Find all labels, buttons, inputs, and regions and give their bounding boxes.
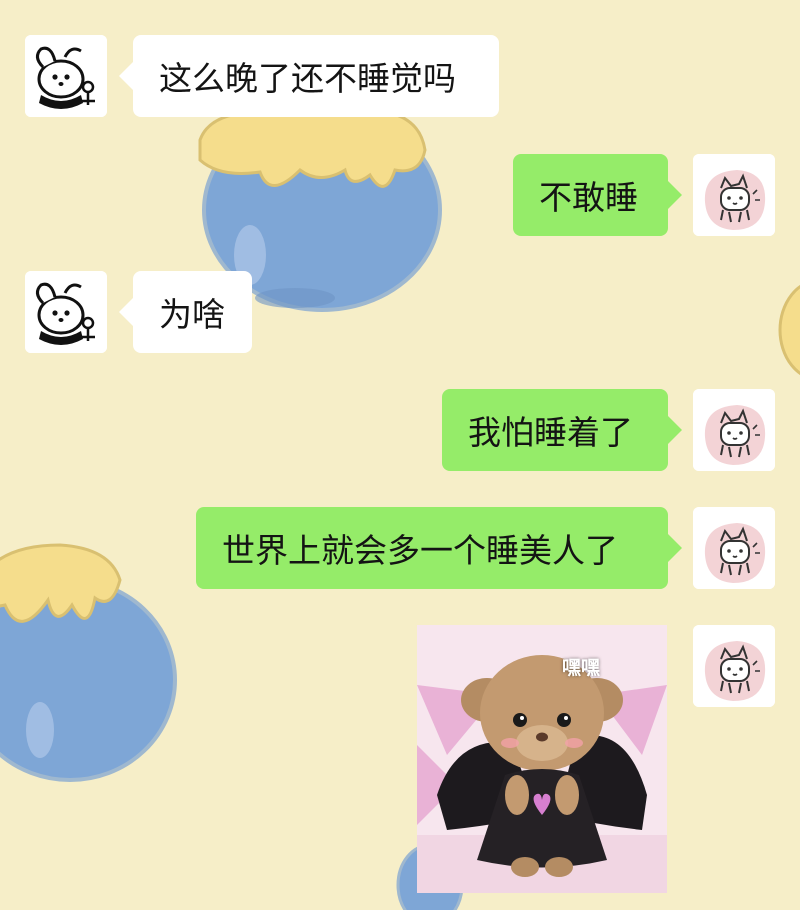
message-bubble-received[interactable]: 这么晚了还不睡觉吗	[119, 35, 499, 117]
message-bubble-received[interactable]: 为啥	[119, 271, 252, 353]
message-text: 不敢睡	[539, 178, 638, 217]
sticker-message[interactable]: 嘿嘿	[417, 625, 667, 893]
message-text: 为啥	[159, 295, 225, 334]
message-bubble-sent[interactable]: 不敢睡	[513, 154, 682, 236]
message-text: 我怕睡着了	[468, 413, 633, 452]
honey-pot-right-edge-icon	[778, 284, 800, 376]
cat-doodle-avatar-icon	[693, 625, 775, 707]
self-avatar[interactable]	[693, 625, 775, 707]
message-bubble-sent[interactable]: 我怕睡着了	[442, 389, 682, 471]
chat-wallpaper	[0, 108, 800, 910]
self-avatar[interactable]	[693, 507, 775, 589]
message-bubble-sent[interactable]: 世界上就会多一个睡美人了	[196, 507, 682, 589]
self-avatar[interactable]	[693, 154, 775, 236]
plush-puppy-sticker-image	[417, 625, 667, 893]
contact-avatar[interactable]	[25, 35, 107, 117]
cat-doodle-avatar-icon	[693, 154, 775, 236]
cat-doodle-avatar-icon	[693, 389, 775, 471]
message-text: 这么晚了还不睡觉吗	[159, 59, 456, 98]
self-avatar[interactable]	[693, 389, 775, 471]
dog-doodle-avatar-icon	[25, 271, 107, 353]
cat-doodle-avatar-icon	[693, 507, 775, 589]
honey-pot-left-icon	[0, 543, 177, 782]
contact-avatar[interactable]	[25, 271, 107, 353]
message-text: 世界上就会多一个睡美人了	[222, 531, 618, 570]
dog-doodle-avatar-icon	[25, 35, 107, 117]
sticker-caption: 嘿嘿	[562, 657, 601, 679]
